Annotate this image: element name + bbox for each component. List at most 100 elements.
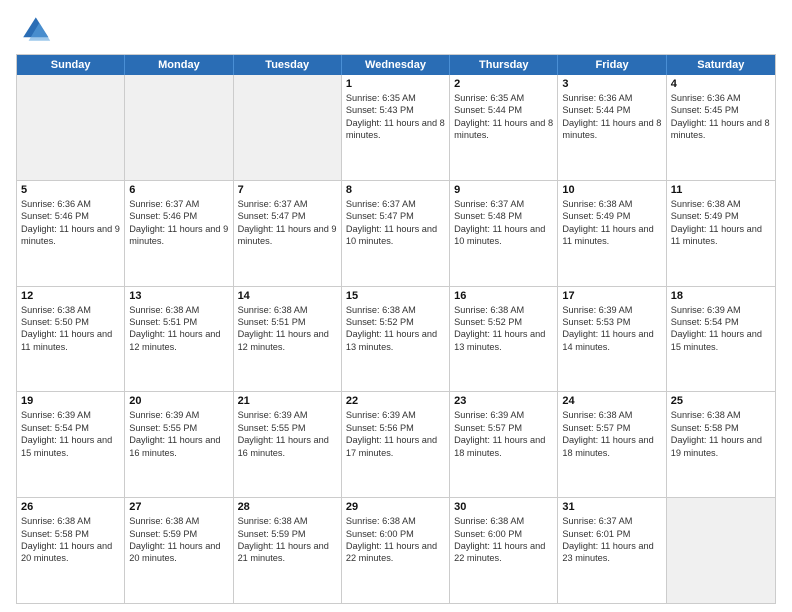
daylight-text: Daylight: 11 hours and 11 minutes. (562, 223, 661, 248)
calendar-cell: 15Sunrise: 6:38 AMSunset: 5:52 PMDayligh… (342, 287, 450, 392)
calendar-cell: 25Sunrise: 6:38 AMSunset: 5:58 PMDayligh… (667, 392, 775, 497)
sunset-text: Sunset: 5:57 PM (454, 422, 553, 434)
sunset-text: Sunset: 5:59 PM (129, 528, 228, 540)
sunset-text: Sunset: 5:49 PM (671, 210, 771, 222)
sunset-text: Sunset: 5:58 PM (21, 528, 120, 540)
day-number: 13 (129, 290, 228, 302)
daylight-text: Daylight: 11 hours and 13 minutes. (454, 328, 553, 353)
sunset-text: Sunset: 5:54 PM (21, 422, 120, 434)
sunrise-text: Sunrise: 6:39 AM (238, 409, 337, 421)
sunset-text: Sunset: 5:53 PM (562, 316, 661, 328)
weekday-header-friday: Friday (558, 55, 666, 75)
day-number: 27 (129, 501, 228, 513)
daylight-text: Daylight: 11 hours and 22 minutes. (346, 540, 445, 565)
daylight-text: Daylight: 11 hours and 11 minutes. (21, 328, 120, 353)
daylight-text: Daylight: 11 hours and 16 minutes. (238, 434, 337, 459)
calendar: SundayMondayTuesdayWednesdayThursdayFrid… (16, 54, 776, 604)
sunrise-text: Sunrise: 6:39 AM (562, 304, 661, 316)
calendar-cell: 27 Sunrise: 6:38 AMSunset: 5:59 PMDayligh… (125, 498, 233, 603)
day-number: 15 (346, 290, 445, 302)
daylight-text: Daylight: 11 hours and 9 minutes. (238, 223, 337, 248)
calendar-cell: 6Sunrise: 6:37 AMSunset: 5:46 PMDaylight… (125, 181, 233, 286)
header (16, 12, 776, 48)
day-number: 9 (454, 184, 553, 196)
calendar-cell: 9Sunrise: 6:37 AMSunset: 5:48 PMDaylight… (450, 181, 558, 286)
calendar-cell: 5Sunrise: 6:36 AMSunset: 5:46 PMDaylight… (17, 181, 125, 286)
day-number: 1 (346, 78, 445, 90)
day-number: 11 (671, 184, 771, 196)
calendar-cell: 31Sunrise: 6:37 AMSunset: 6:01 PMDayligh… (558, 498, 666, 603)
sunset-text: Sunset: 5:55 PM (238, 422, 337, 434)
day-number: 7 (238, 184, 337, 196)
day-number: 2 (454, 78, 553, 90)
calendar-cell: 21Sunrise: 6:39 AMSunset: 5:55 PMDayligh… (234, 392, 342, 497)
calendar-cell: 2Sunrise: 6:35 AMSunset: 5:44 PMDaylight… (450, 75, 558, 180)
calendar-cell: 28Sunrise: 6:38 AMSunset: 5:59 PMDayligh… (234, 498, 342, 603)
day-number: 8 (346, 184, 445, 196)
calendar-cell: 13Sunrise: 6:38 AMSunset: 5:51 PMDayligh… (125, 287, 233, 392)
daylight-text: Daylight: 11 hours and 20 minutes. (21, 540, 120, 565)
calendar-cell: 29Sunrise: 6:38 AMSunset: 6:00 PMDayligh… (342, 498, 450, 603)
calendar-row-5: 26Sunrise: 6:38 AMSunset: 5:58 PMDayligh… (17, 497, 775, 603)
sunrise-text: Sunrise: 6:36 AM (562, 92, 661, 104)
calendar-cell: 22Sunrise: 6:39 AMSunset: 5:56 PMDayligh… (342, 392, 450, 497)
day-number: 20 (129, 395, 228, 407)
weekday-header-thursday: Thursday (450, 55, 558, 75)
day-number: 19 (21, 395, 120, 407)
calendar-cell: 8Sunrise: 6:37 AMSunset: 5:47 PMDaylight… (342, 181, 450, 286)
sunset-text: Sunset: 5:59 PM (238, 528, 337, 540)
sunset-text: Sunset: 5:44 PM (454, 104, 553, 116)
sunset-text: Sunset: 6:00 PM (454, 528, 553, 540)
sunset-text: Sunset: 5:49 PM (562, 210, 661, 222)
calendar-cell: 26Sunrise: 6:38 AMSunset: 5:58 PMDayligh… (17, 498, 125, 603)
weekday-header-saturday: Saturday (667, 55, 775, 75)
daylight-text: Daylight: 11 hours and 18 minutes. (562, 434, 661, 459)
daylight-text: Daylight: 11 hours and 18 minutes. (454, 434, 553, 459)
day-number: 12 (21, 290, 120, 302)
day-number: 31 (562, 501, 661, 513)
sunrise-text: Sunrise: 6:36 AM (671, 92, 771, 104)
daylight-text: Daylight: 11 hours and 19 minutes. (671, 434, 771, 459)
calendar-row-4: 19Sunrise: 6:39 AMSunset: 5:54 PMDayligh… (17, 391, 775, 497)
calendar-cell: 18Sunrise: 6:39 AMSunset: 5:54 PMDayligh… (667, 287, 775, 392)
day-number: 4 (671, 78, 771, 90)
daylight-text: Daylight: 11 hours and 12 minutes. (129, 328, 228, 353)
daylight-text: Daylight: 11 hours and 15 minutes. (21, 434, 120, 459)
sunset-text: Sunset: 5:46 PM (21, 210, 120, 222)
calendar-header: SundayMondayTuesdayWednesdayThursdayFrid… (17, 55, 775, 75)
daylight-text: Daylight: 11 hours and 13 minutes. (346, 328, 445, 353)
sunset-text: Sunset: 5:45 PM (671, 104, 771, 116)
daylight-text: Daylight: 11 hours and 14 minutes. (562, 328, 661, 353)
day-number: 6 (129, 184, 228, 196)
calendar-row-2: 5 Sunrise: 6:36 AMSunset: 5:46 PM Daylight… (17, 180, 775, 286)
day-number: 3 (562, 78, 661, 90)
sunset-text: Sunset: 5:55 PM (129, 422, 228, 434)
sunrise-text: Sunrise: 6:36 AM (21, 198, 120, 210)
sunset-text: Sunset: 5:57 PM (562, 422, 661, 434)
calendar-cell: 4Sunrise: 6:36 AMSunset: 5:45 PMDaylight… (667, 75, 775, 180)
day-number: 5 (21, 184, 120, 196)
sunset-text: Sunset: 5:52 PM (346, 316, 445, 328)
sunrise-text: Sunrise: 6:35 AM (346, 92, 445, 104)
calendar-cell: 10Sunrise: 6:38 AMSunset: 5:49 PMDayligh… (558, 181, 666, 286)
weekday-header-monday: Monday (125, 55, 233, 75)
calendar-cell: 19Sunrise: 6:39 AMSunset: 5:54 PMDayligh… (17, 392, 125, 497)
day-number: 24 (562, 395, 661, 407)
sunrise-text: Sunrise: 6:38 AM (21, 304, 120, 316)
logo (16, 12, 56, 48)
day-number: 18 (671, 290, 771, 302)
daylight-text: Daylight: 11 hours and 8 minutes. (346, 117, 445, 142)
sunrise-text: Sunrise: 6:37 AM (562, 515, 661, 527)
calendar-cell: 14Sunrise: 6:38 AMSunset: 5:51 PMDayligh… (234, 287, 342, 392)
daylight-text: Daylight: 11 hours and 8 minutes. (454, 117, 553, 142)
day-number: 16 (454, 290, 553, 302)
day-number: 23 (454, 395, 553, 407)
daylight-text: Daylight: 11 hours and 20 minutes. (129, 540, 228, 565)
calendar-cell: 17Sunrise: 6:39 AMSunset: 5:53 PMDayligh… (558, 287, 666, 392)
sunrise-text: Sunrise: 6:37 AM (346, 198, 445, 210)
calendar-cell: 7Sunrise: 6:37 AMSunset: 5:47 PMDaylight… (234, 181, 342, 286)
calendar-cell: 12Sunrise: 6:38 AMSunset: 5:50 PMDayligh… (17, 287, 125, 392)
weekday-header-sunday: Sunday (17, 55, 125, 75)
day-number: 10 (562, 184, 661, 196)
sunrise-text: Sunrise: 6:38 AM (129, 515, 228, 527)
